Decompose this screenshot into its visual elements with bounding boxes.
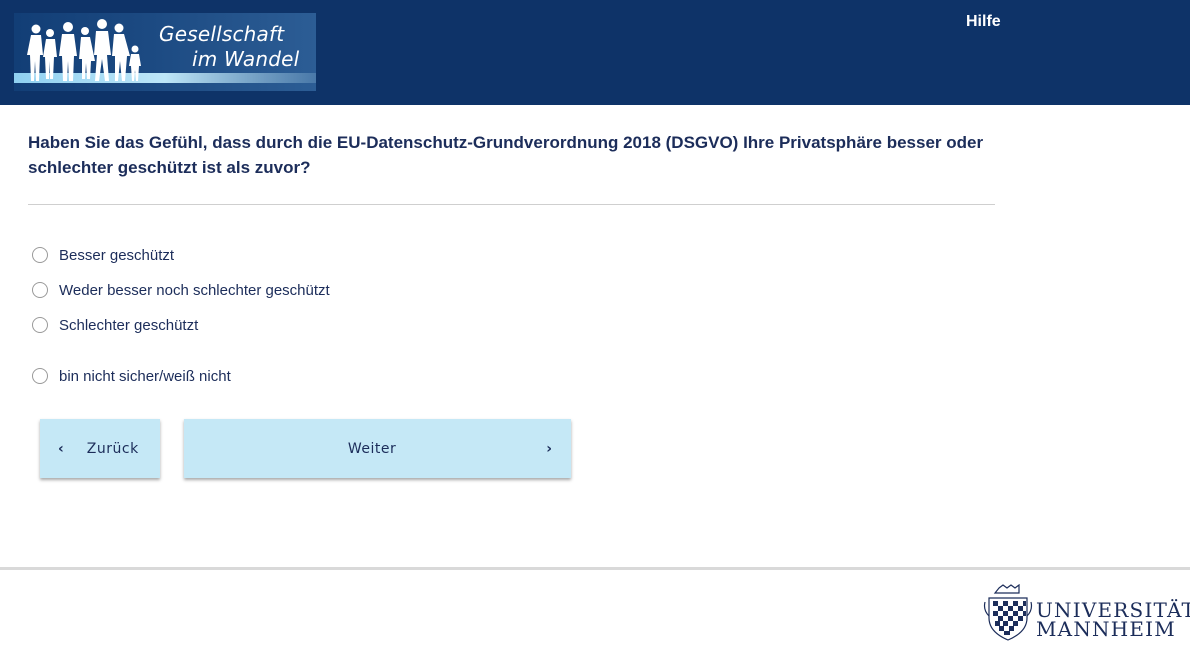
radio-button[interactable] [32,317,48,333]
gesellschaft-im-wandel-logo: Gesellschaft im Wandel [14,13,316,91]
back-button[interactable]: ‹ Zurück [40,419,160,478]
logo-text-line1: Gesellschaft [159,22,285,46]
option-nicht-sicher[interactable]: bin nicht sicher/weiß nicht [32,365,231,387]
chevron-right-icon: › [546,440,552,457]
back-button-label: Zurück [86,440,139,457]
option-label: Besser geschützt [59,246,175,264]
option-besser-geschuetzt[interactable]: Besser geschützt [32,244,174,266]
option-schlechter-geschuetzt[interactable]: Schlechter geschützt [32,314,198,336]
option-label: Schlechter geschützt [59,316,199,334]
next-button[interactable]: Weiter › [184,419,571,478]
header-bar: Gesellschaft im Wandel Hilfe [0,0,1190,105]
radio-button[interactable] [32,247,48,263]
people-silhouettes-icon [27,19,141,81]
university-name-line2: MANNHEIM [1036,617,1176,641]
logo-text-line2: im Wandel [192,47,300,71]
option-label: Weder besser noch schlechter geschützt [59,281,330,299]
help-link[interactable]: Hilfe [966,13,1001,31]
footer-divider [0,567,1190,570]
option-label: bin nicht sicher/weiß nicht [59,367,231,385]
question-text: Haben Sie das Gefühl, dass durch die EU-… [28,133,984,177]
radio-button[interactable] [32,368,48,384]
divider [28,204,995,205]
option-weder-noch[interactable]: Weder besser noch schlechter geschützt [32,279,330,301]
next-button-label: Weiter [347,440,397,457]
radio-button[interactable] [32,282,48,298]
university-crest-icon [983,584,1033,641]
chevron-left-icon: ‹ [58,440,64,457]
